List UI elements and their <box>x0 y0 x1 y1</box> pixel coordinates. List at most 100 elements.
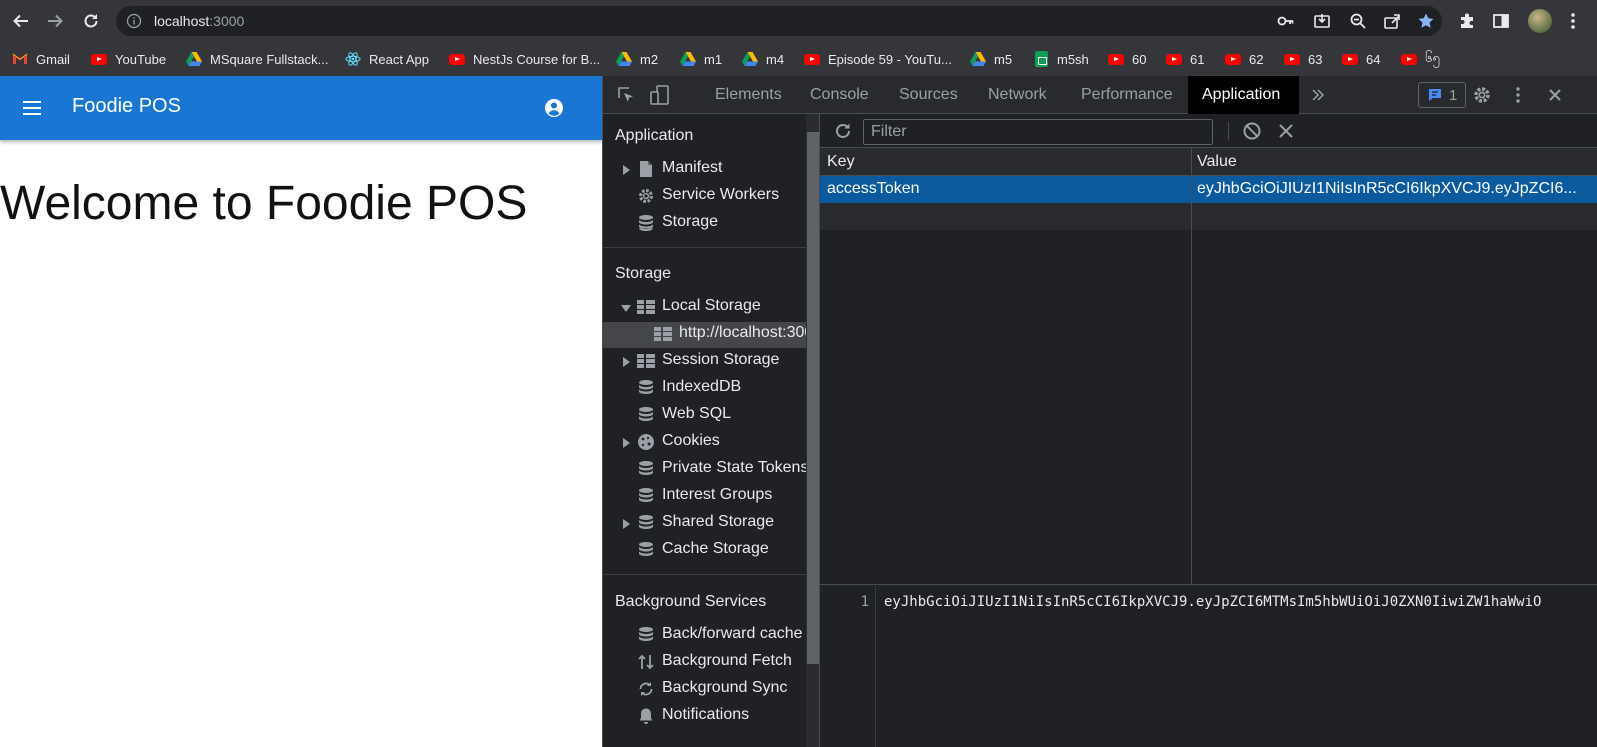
inspect-element-icon[interactable] <box>615 84 637 106</box>
tab-elements[interactable]: Elements <box>715 86 782 104</box>
bookmark-label: NestJs Course for B... <box>473 51 601 67</box>
google-drive-icon <box>186 51 202 67</box>
sidebar-item-session-storage[interactable]: Session Storage <box>603 349 806 375</box>
devtools-menu-icon[interactable] <box>1507 84 1529 106</box>
address-bar[interactable]: localhost:3000 <box>116 6 1442 36</box>
line-number: 1 <box>860 594 869 610</box>
delete-x-icon[interactable] <box>1276 121 1296 141</box>
sidebar-item-background-sync[interactable]: Background Sync <box>603 677 806 703</box>
bookmark-65[interactable]: ၆၅ <box>1401 50 1440 68</box>
web-page: Foodie POS Welcome to Foodie POS <box>0 76 602 747</box>
table-row-empty[interactable] <box>820 203 1597 230</box>
tab-label: Application <box>1202 86 1281 103</box>
database-icon <box>637 626 655 644</box>
bookmark-60[interactable]: 60 <box>1108 50 1146 68</box>
bookmark-nestjs[interactable]: NestJs Course for B... <box>449 50 600 68</box>
bookmark-64[interactable]: 64 <box>1342 50 1380 68</box>
database-icon <box>637 541 655 559</box>
table-grid-icon <box>654 325 672 343</box>
sidebar-item-private-state-tokens[interactable]: Private State Tokens <box>603 457 808 483</box>
sidebar-item-background-fetch[interactable]: Background Fetch <box>603 650 806 676</box>
tab-network[interactable]: Network <box>988 86 1047 104</box>
sidebar-item-shared-storage[interactable]: Shared Storage <box>603 511 806 537</box>
bookmark-youtube[interactable]: YouTube <box>91 50 166 68</box>
issues-badge[interactable]: 1 <box>1418 82 1466 108</box>
profile-avatar[interactable] <box>1528 9 1552 33</box>
bookmark-m5[interactable]: m5 <box>970 50 1012 68</box>
bookmark-62[interactable]: 62 <box>1225 50 1263 68</box>
sidebar-item-localhost-origin[interactable]: http://localhost:3000 <box>603 322 819 348</box>
sidebar-item-cookies[interactable]: Cookies <box>603 430 806 456</box>
bookmark-star-icon[interactable] <box>1416 11 1436 31</box>
bookmark-label: Gmail <box>36 51 70 67</box>
sidebar-item-service-workers[interactable]: Service Workers <box>603 184 806 210</box>
sidebar-item-indexeddb[interactable]: IndexedDB <box>603 376 806 402</box>
back-button[interactable] <box>8 8 34 34</box>
filter-input[interactable] <box>863 119 1213 145</box>
browser-toolbar: localhost:3000 <box>0 0 1597 42</box>
extensions-puzzle-icon[interactable] <box>1456 10 1478 32</box>
sidebar-item-manifest[interactable]: Manifest <box>603 157 806 183</box>
clear-all-block-icon[interactable] <box>1242 121 1262 141</box>
tab-console[interactable]: Console <box>810 86 869 104</box>
sidebar-item-cache-storage[interactable]: Cache Storage <box>603 538 806 564</box>
install-app-icon[interactable] <box>1312 11 1332 31</box>
sidebar-item-label: Manifest <box>662 159 723 176</box>
bookmark-61[interactable]: 61 <box>1166 50 1204 68</box>
expand-arrow-icon[interactable] <box>623 438 630 448</box>
key-column-header[interactable]: Key <box>827 153 855 171</box>
info-icon[interactable] <box>126 13 142 29</box>
kebab-menu-icon[interactable] <box>1562 10 1584 32</box>
row-value[interactable]: eyJhbGciOiJIUzI1NiIsInR5cCI6IkpXVCJ9.eyJ… <box>1197 180 1597 198</box>
bookmark-gmail[interactable]: Gmail <box>12 50 70 68</box>
value-column-header[interactable]: Value <box>1197 153 1237 171</box>
sidebar-item-back-forward-cache[interactable]: Back/forward cache <box>603 623 806 649</box>
url-text[interactable]: localhost:3000 <box>154 13 244 29</box>
sidebar-item-storage[interactable]: Storage <box>603 211 806 237</box>
bookmark-label: 61 <box>1190 51 1205 67</box>
bookmark-63[interactable]: 63 <box>1284 50 1322 68</box>
bookmark-m4[interactable]: m4 <box>742 50 784 68</box>
bookmark-episode-59[interactable]: Episode 59 - YouTu... <box>804 50 952 68</box>
more-tabs-icon[interactable] <box>1307 84 1329 106</box>
sidebar-item-notifications[interactable]: Notifications <box>603 704 806 730</box>
row-key[interactable]: accessToken <box>827 180 1187 198</box>
close-devtools-icon[interactable] <box>1544 84 1566 106</box>
bookmark-react-app[interactable]: React App <box>345 50 429 68</box>
table-grid-icon <box>637 298 655 316</box>
sidebar-scrollbar-thumb[interactable] <box>807 132 819 664</box>
column-separator[interactable] <box>1191 148 1192 585</box>
bookmark-msquare[interactable]: MSquare Fullstack... <box>186 50 329 68</box>
collapse-arrow-icon[interactable] <box>621 305 631 312</box>
refresh-icon[interactable] <box>832 120 854 142</box>
file-icon <box>637 160 655 178</box>
menu-icon[interactable] <box>20 96 44 120</box>
bookmark-m2[interactable]: m2 <box>616 50 658 68</box>
forward-button[interactable] <box>42 8 68 34</box>
expand-arrow-icon[interactable] <box>623 357 630 367</box>
bookmark-m1[interactable]: m1 <box>680 50 722 68</box>
tab-sources[interactable]: Sources <box>899 86 958 104</box>
tab-performance[interactable]: Performance <box>1081 86 1173 104</box>
zoom-out-icon[interactable] <box>1348 11 1368 31</box>
account-circle-icon[interactable] <box>542 96 566 120</box>
value-preview-text[interactable]: eyJhbGciOiJIUzI1NiIsInR5cCI6IkpXVCJ9.eyJ… <box>884 594 1597 610</box>
reload-button[interactable] <box>78 8 104 34</box>
bookmark-m5sh[interactable]: m5sh <box>1033 50 1089 68</box>
settings-gear-icon[interactable] <box>1471 84 1493 106</box>
youtube-icon <box>1225 51 1241 67</box>
sidebar-item-interest-groups[interactable]: Interest Groups <box>603 484 806 510</box>
table-row[interactable]: accessToken eyJhbGciOiJIUzI1NiIsInR5cCI6… <box>820 176 1597 203</box>
password-key-icon[interactable] <box>1276 11 1296 31</box>
bookmark-label: Episode 59 - YouTu... <box>828 51 952 67</box>
share-icon[interactable] <box>1382 11 1402 31</box>
side-panel-icon[interactable] <box>1490 10 1512 32</box>
expand-arrow-icon[interactable] <box>623 519 630 529</box>
table-header: Key Value <box>820 148 1597 176</box>
expand-arrow-icon[interactable] <box>623 165 630 175</box>
storage-toolbar <box>820 114 1597 148</box>
device-toolbar-icon[interactable] <box>649 84 671 106</box>
sidebar-item-web-sql[interactable]: Web SQL <box>603 403 806 429</box>
sidebar-item-local-storage[interactable]: Local Storage <box>603 295 806 321</box>
tab-application[interactable]: Application <box>1188 76 1299 114</box>
